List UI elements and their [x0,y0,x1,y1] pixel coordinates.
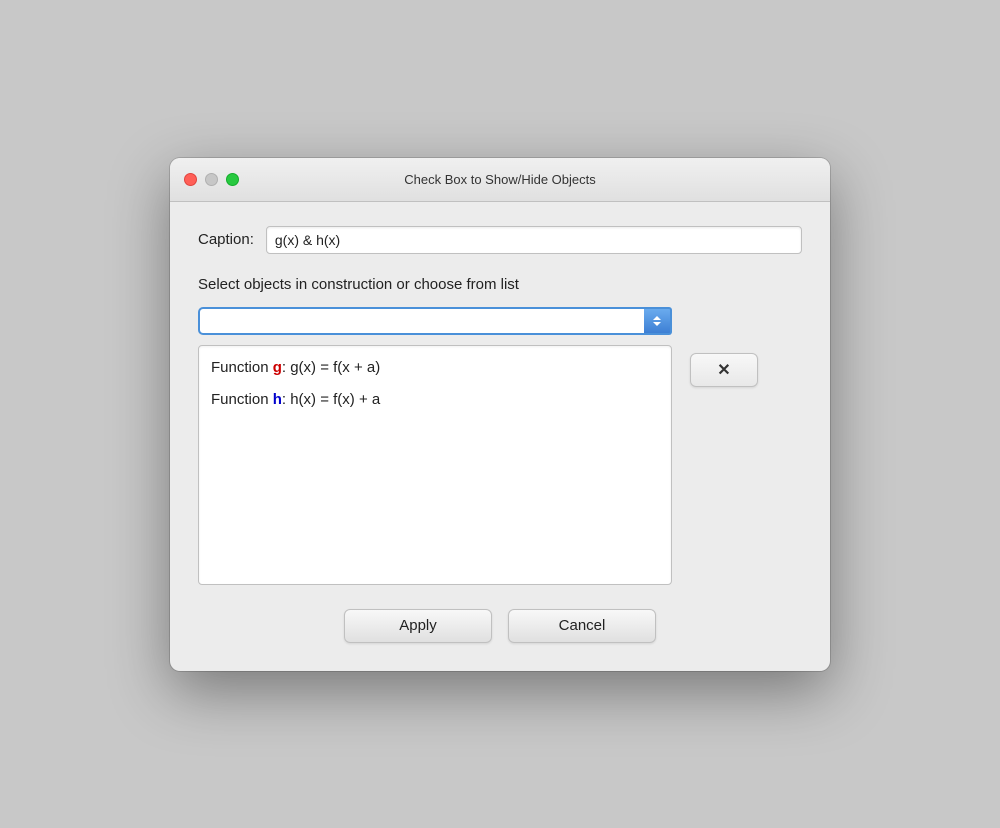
window-title: Check Box to Show/Hide Objects [404,172,595,187]
title-bar: Check Box to Show/Hide Objects [170,158,830,202]
traffic-lights [184,173,239,186]
window-content: Caption: Select objects in construction … [170,202,830,671]
maximize-button[interactable] [226,173,239,186]
list-item[interactable]: Function h: h(x) = f(x) + a [199,384,671,417]
list-item-suffix: : h(x) = f(x) + a [282,391,380,408]
button-row: Apply Cancel [198,609,802,643]
cancel-button[interactable]: Cancel [508,609,656,643]
list-item-prefix: Function [211,391,273,408]
close-button[interactable] [184,173,197,186]
apply-button[interactable]: Apply [344,609,492,643]
caption-row: Caption: [198,226,802,254]
select-row [198,307,802,335]
dialog-window: Check Box to Show/Hide Objects Caption: … [170,158,830,671]
list-item-suffix: : g(x) = f(x + a) [282,359,380,376]
combo-wrapper [198,307,672,335]
combo-input[interactable] [198,307,672,335]
instruction-text: Select objects in construction or choose… [198,276,802,293]
list-box[interactable]: Function g: g(x) = f(x + a) Function h: … [198,345,672,585]
caption-input[interactable] [266,226,802,254]
list-item-prefix: Function [211,359,273,376]
minimize-button[interactable] [205,173,218,186]
list-item[interactable]: Function g: g(x) = f(x + a) [199,352,671,385]
caption-label: Caption: [198,231,254,248]
remove-button[interactable]: ✕ [690,353,758,387]
function-g-name: g [273,359,282,376]
function-h-name: h [273,391,282,408]
list-and-button: Function g: g(x) = f(x + a) Function h: … [198,345,802,585]
